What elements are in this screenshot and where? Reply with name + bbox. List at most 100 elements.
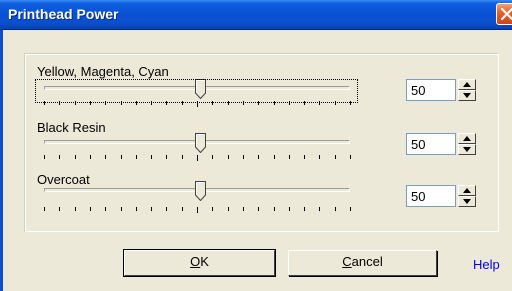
slider-tick [288, 155, 290, 159]
title-bar[interactable]: Printhead Power [0, 0, 512, 30]
slider-tick [151, 207, 153, 211]
arrow-down-icon [463, 147, 471, 152]
slider-tick [212, 101, 214, 105]
row-label-black-resin: Black Resin [37, 120, 106, 135]
slider-tick [273, 207, 275, 211]
spin-down-button[interactable] [458, 90, 476, 101]
window-title: Printhead Power [8, 6, 119, 22]
slider-tick [135, 155, 137, 159]
slider-tick [227, 101, 229, 105]
slider-tick [319, 155, 321, 159]
arrow-down-icon [463, 199, 471, 204]
slider-tick [319, 207, 321, 211]
slider-tick [44, 207, 45, 211]
slider-tick [59, 101, 61, 105]
cancel-button-label: ancel [351, 254, 383, 269]
slider-tick [197, 101, 198, 107]
slider-tick [242, 207, 244, 211]
window-border [0, 30, 3, 291]
slider-tick [242, 101, 244, 105]
slider-tick [135, 101, 137, 105]
slider-ticks [44, 207, 354, 213]
slider-tick [59, 155, 61, 159]
spin-up-button[interactable] [458, 185, 476, 196]
slider-tick [74, 155, 76, 159]
close-icon [501, 8, 512, 20]
slider-tick [44, 101, 45, 105]
arrow-up-icon [463, 82, 471, 87]
slider-tick [166, 207, 168, 211]
slider-tick [89, 155, 91, 159]
slider-tick [151, 101, 153, 105]
slider-tick [304, 155, 306, 159]
spin-down-button[interactable] [458, 196, 476, 207]
slider-tick [334, 101, 336, 105]
slider-tick [212, 155, 214, 159]
row-label-overcoat: Overcoat [37, 172, 90, 187]
ok-button[interactable]: OK [123, 249, 276, 277]
ok-button-label: K [200, 254, 209, 269]
slider-tick [350, 101, 351, 105]
slider-tick [181, 155, 183, 159]
slider-tick [197, 155, 198, 161]
cancel-button[interactable]: Cancel [288, 250, 437, 276]
slider-tick [288, 207, 290, 211]
slider-tick [227, 155, 229, 159]
slider-tick [151, 155, 153, 159]
slider-tick [166, 101, 168, 105]
arrow-up-icon [463, 136, 471, 141]
spin-input-black-resin[interactable]: 50 [406, 133, 456, 155]
slider-thumb[interactable] [195, 181, 206, 201]
slider-tick [74, 101, 76, 105]
row-label-ymc: Yellow, Magenta, Cyan [37, 64, 169, 79]
slider-tick [120, 207, 122, 211]
slider-tick [288, 101, 290, 105]
slider-tick [212, 207, 214, 211]
arrow-down-icon [463, 93, 471, 98]
slider-thumb[interactable] [195, 133, 206, 153]
spin-up-button[interactable] [458, 79, 476, 90]
slider-tick [89, 101, 91, 105]
slider-tick [120, 101, 122, 105]
slider-tick [89, 207, 91, 211]
slider-tick [105, 101, 107, 105]
slider-tick [304, 101, 306, 105]
slider-ticks [44, 101, 354, 107]
slider-tick [135, 207, 137, 211]
slider-tick [105, 155, 107, 159]
help-link[interactable]: Help [473, 257, 500, 272]
slider-tick [258, 101, 260, 105]
slider-tick [304, 207, 306, 211]
arrow-up-icon [463, 188, 471, 193]
slider-tick [166, 155, 168, 159]
spin-up-button[interactable] [458, 133, 476, 144]
spin-input-overcoat[interactable]: 50 [406, 185, 456, 207]
close-button[interactable] [496, 3, 512, 25]
slider-tick [334, 207, 336, 211]
spin-down-button[interactable] [458, 144, 476, 155]
slider-tick [74, 207, 76, 211]
slider-tick [197, 207, 198, 213]
slider-tick [350, 155, 351, 159]
slider-tick [120, 155, 122, 159]
slider-tick [105, 207, 107, 211]
slider-tick [242, 155, 244, 159]
ok-button-mnemonic: O [190, 254, 201, 269]
slider-tick [258, 155, 260, 159]
slider-tick [59, 207, 61, 211]
slider-tick [319, 101, 321, 105]
slider-tick [334, 155, 336, 159]
slider-tick [181, 101, 183, 105]
slider-tick [227, 207, 229, 211]
spinner-overcoat[interactable] [458, 185, 476, 207]
cancel-button-mnemonic: C [342, 254, 352, 269]
spinner-black-resin[interactable] [458, 133, 476, 155]
slider-focus-rect [35, 79, 358, 103]
slider-tick [258, 207, 260, 211]
slider-tick [350, 207, 351, 211]
spinner-ymc[interactable] [458, 79, 476, 101]
slider-tick [273, 101, 275, 105]
slider-tick [273, 155, 275, 159]
slider-tick [181, 207, 183, 211]
spin-input-ymc[interactable]: 50 [406, 79, 456, 101]
